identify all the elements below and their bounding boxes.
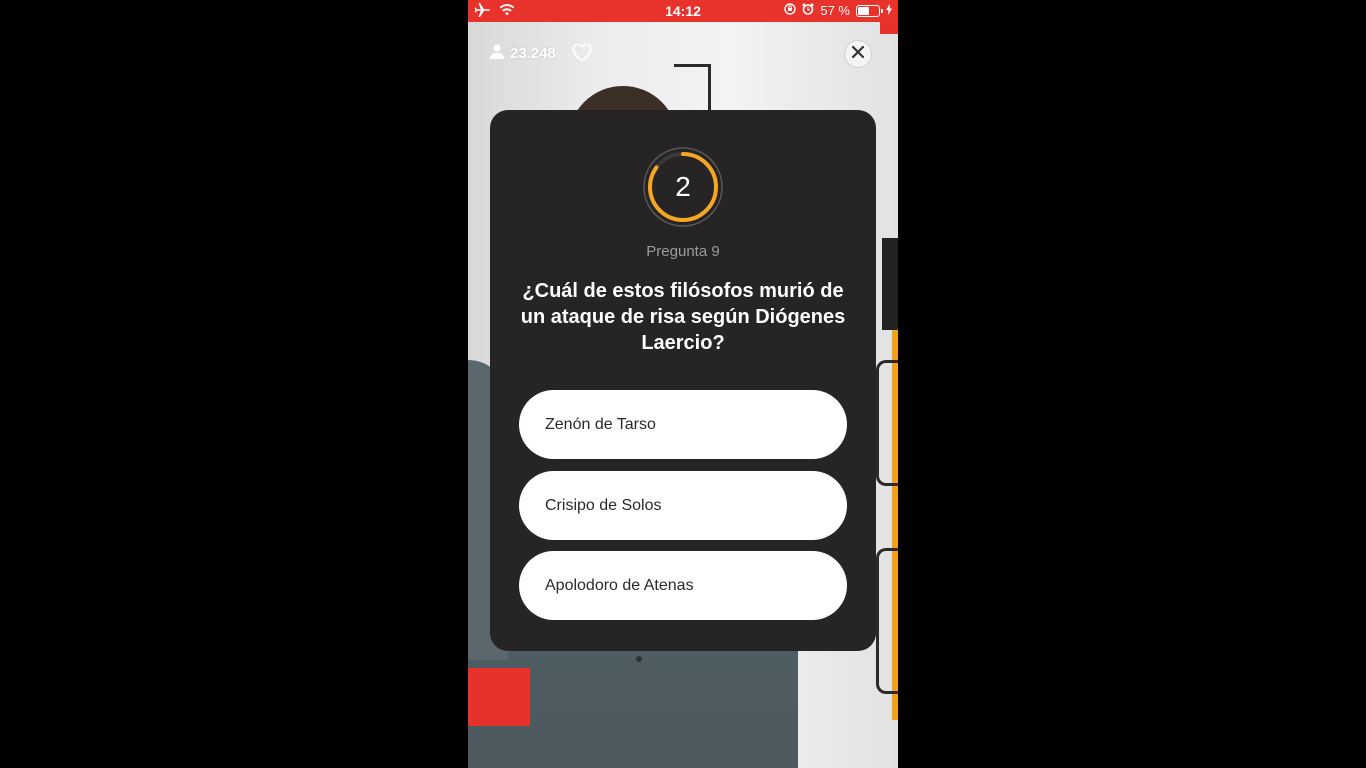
phone-screen: 14:12 57 % 23.248 2 Pregunta 9 ¿Cuál de … xyxy=(468,0,898,768)
answer-label: Crisipo de Solos xyxy=(545,496,662,514)
answer-option-1[interactable]: Zenón de Tarso xyxy=(519,390,847,459)
alarm-icon xyxy=(802,3,814,18)
answer-label: Zenón de Tarso xyxy=(545,415,656,433)
person-icon xyxy=(490,44,504,63)
answer-label: Apolodoro de Atenas xyxy=(545,576,694,594)
heart-icon[interactable] xyxy=(572,43,592,67)
answer-option-3[interactable]: Apolodoro de Atenas xyxy=(519,551,847,620)
battery-percent: 57 % xyxy=(820,3,850,18)
viewer-counter: 23.248 xyxy=(490,44,556,63)
question-card: 2 Pregunta 9 ¿Cuál de estos filósofos mu… xyxy=(490,110,876,651)
question-text: ¿Cuál de estos filósofos murió de un ata… xyxy=(520,280,846,354)
battery-fill xyxy=(858,6,869,15)
answer-option-2[interactable]: Crisipo de Solos xyxy=(519,471,847,540)
question-number: Pregunta 9 xyxy=(646,243,720,260)
close-icon xyxy=(851,45,865,63)
orientation-lock-icon xyxy=(784,3,797,18)
countdown-timer: 2 xyxy=(641,145,725,229)
status-bar: 14:12 57 % xyxy=(468,0,898,22)
timer-value: 2 xyxy=(675,171,691,202)
viewer-count: 23.248 xyxy=(510,45,556,62)
charging-icon xyxy=(886,3,892,18)
battery-icon xyxy=(856,4,883,17)
close-button[interactable] xyxy=(844,40,872,68)
